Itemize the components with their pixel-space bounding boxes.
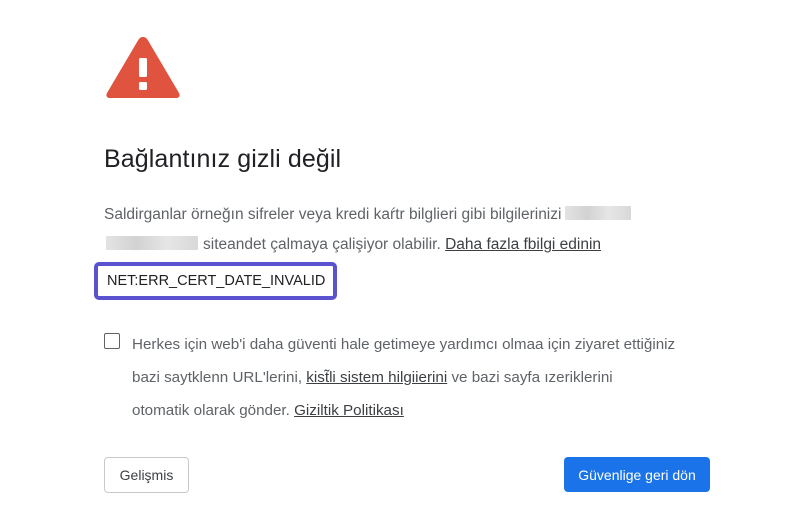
warning-triangle-icon <box>106 37 180 98</box>
description-part-1: Saldirganlar örneğın sifreler veya kredi… <box>104 206 562 223</box>
error-code: NET:ERR_CERT_DATE_INVALID <box>94 262 337 300</box>
safe-browsing-optin: Herkes için web'i daha güventi hale geti… <box>104 328 724 427</box>
redacted-domain <box>106 236 198 250</box>
optin-line-3-prefix: otomatik olarak gönder. <box>132 402 290 419</box>
description-part-2: siteandet çalmaya çalişiyor olabilir. <box>203 236 441 253</box>
learn-more-link[interactable]: Daha fazla fbilgi edinin <box>445 236 601 253</box>
redacted-domain <box>565 206 632 220</box>
optin-checkbox[interactable] <box>104 333 120 349</box>
error-description: Saldirganlar örneğın sifreler veya kredi… <box>104 200 704 260</box>
optin-text: Herkes için web'i daha güventi hale geti… <box>132 328 724 427</box>
optin-line-2-suffix: ve bazi sayfa ızeriklerini <box>451 369 613 386</box>
optin-line-1: Herkes için web'i daha güventi hale geti… <box>132 336 676 353</box>
privacy-policy-link[interactable]: Giziltik Politikası <box>294 402 404 419</box>
back-to-safety-button[interactable]: Güvenlige geri dön <box>564 457 710 492</box>
page-title: Bağlantınız gizli değil <box>104 145 342 173</box>
system-info-link[interactable]: kist̃li sistem hilgiierini <box>306 369 447 386</box>
optin-line-2-prefix: bazi saytklenn URL'lerini, <box>132 369 303 386</box>
advanced-button[interactable]: Gelişmis <box>104 457 189 493</box>
